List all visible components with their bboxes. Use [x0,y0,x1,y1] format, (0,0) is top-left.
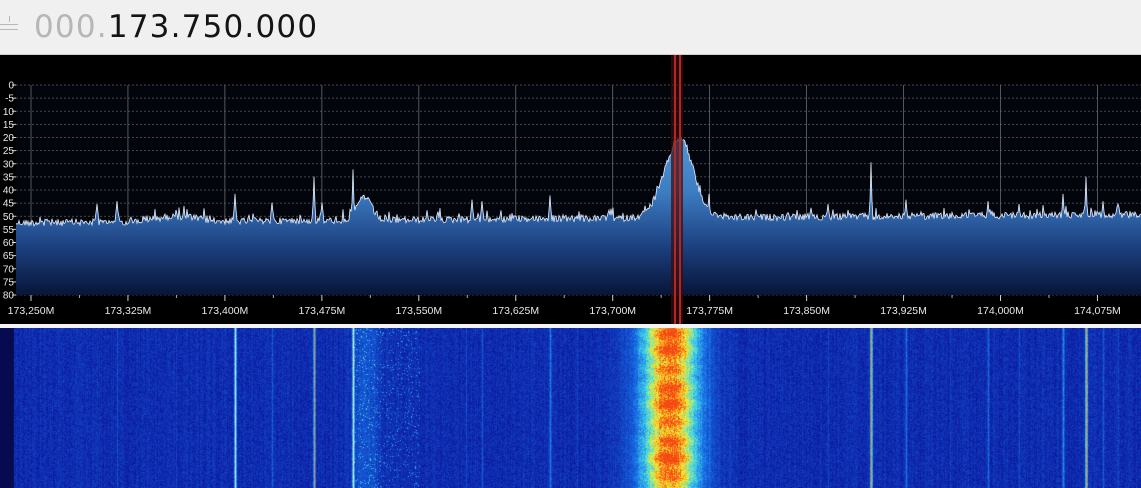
frequency-label: 173,325M [105,305,152,317]
db-tick-label: 75 [3,277,15,288]
tuned-frequency-marker[interactable] [671,55,683,324]
db-tick-label: 45 [3,199,15,210]
db-tick-label: 40 [3,186,15,197]
tuner-handle-icon[interactable] [0,16,20,38]
db-tick-label: 55 [3,225,15,236]
db-tick-label: -5 [5,94,14,105]
db-tick-label: 30 [3,159,15,170]
frequency-value-digits[interactable]: 173.750.000 [108,9,318,45]
db-tick-label: 25 [3,146,15,157]
db-tick-label: 15 [3,120,15,131]
frequency-label: 173,625M [492,305,539,317]
db-axis: 0 -5 10 15 20 25 30 35 40 45 50 55 60 65 70 75 80 [3,81,15,302]
frequency-label: 173,475M [298,305,345,317]
db-tick-label: 10 [3,107,15,118]
waterfall-display[interactable] [0,328,1141,488]
frequency-label: 173,250M [8,305,55,317]
db-tick-label: 20 [3,133,15,144]
db-tick-label: 65 [3,251,15,262]
frequency-label: 173,850M [783,305,830,317]
frequency-leading-digits[interactable]: 000. [34,9,108,45]
db-tick-label: 0 [8,81,14,92]
frequency-label: 173,925M [880,305,927,317]
frequency-label: 174,000M [977,305,1024,317]
db-tick-label: 80 [3,291,15,302]
db-tick-label: 70 [3,264,15,275]
db-tick-label: 50 [3,212,15,223]
db-tick-label: 60 [3,238,15,249]
frequency-label: 173,550M [395,305,442,317]
frequency-bar: 000.173.750.000 [0,0,1141,55]
spectrum-plot[interactable]: 0 -5 10 15 20 25 30 35 40 45 50 55 60 65 70 75 80 173,25… [0,55,1141,324]
frequency-label: 174,075M [1074,305,1121,317]
frequency-label: 173,700M [589,305,636,317]
db-tick-label: 35 [3,172,15,183]
frequency-label: 173,775M [686,305,733,317]
frequency-display[interactable]: 000.173.750.000 [34,6,318,48]
frequency-label: 173,400M [202,305,249,317]
